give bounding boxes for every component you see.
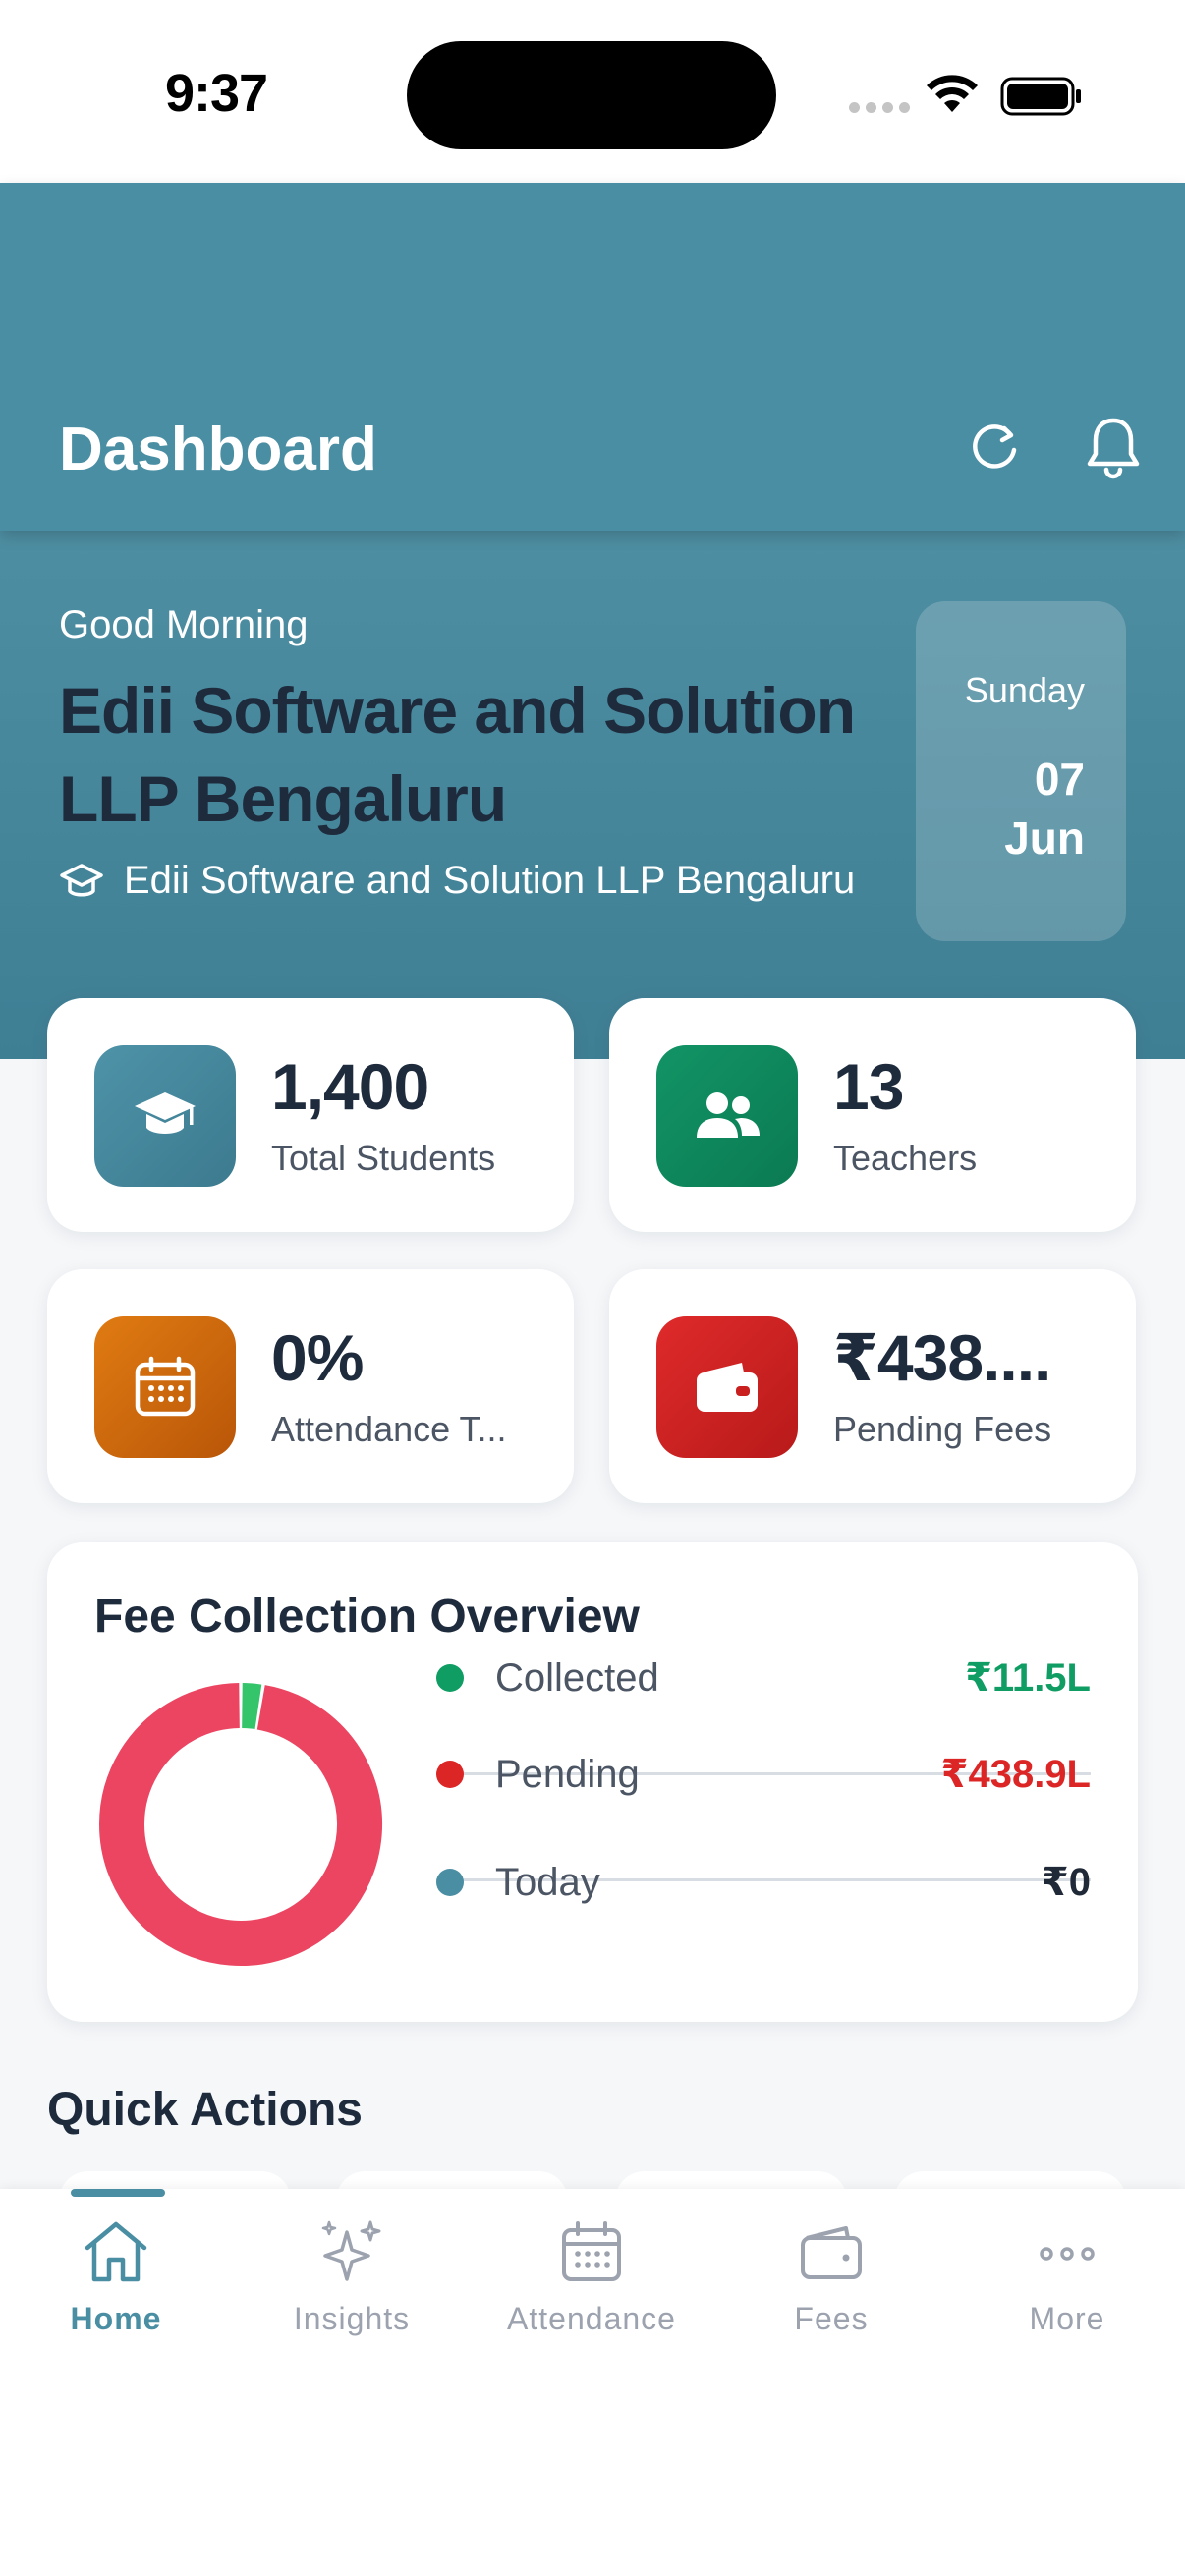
tab-label: More xyxy=(1029,2301,1105,2336)
legend-label: Today xyxy=(495,1860,600,1904)
date-card: Sunday 07 Jun xyxy=(916,601,1126,941)
stat-value: ₹438.... xyxy=(833,1321,1051,1394)
donut-segment-pending xyxy=(99,1683,382,1966)
legend-label: Pending xyxy=(495,1752,640,1796)
cellular-signal-icon xyxy=(849,102,910,113)
tab-label: Attendance xyxy=(507,2301,676,2336)
stat-value: 0% xyxy=(271,1321,364,1394)
stat-card-pending-fees[interactable]: ₹438.... Pending Fees xyxy=(609,1269,1136,1503)
tab-insights[interactable]: Insights xyxy=(244,2218,460,2366)
calendar-icon xyxy=(562,2221,621,2281)
page-title: Dashboard xyxy=(59,416,377,483)
battery-icon xyxy=(1000,77,1081,116)
status-time: 9:37 xyxy=(165,64,268,123)
tab-fees[interactable]: Fees xyxy=(723,2218,939,2366)
legend-row-today: Today ₹0 xyxy=(436,1829,1091,1935)
active-tab-indicator xyxy=(71,2189,165,2197)
legend-value: ₹438.9L xyxy=(940,1753,1091,1796)
sparkles-icon xyxy=(321,2220,381,2281)
legend-value: ₹0 xyxy=(1041,1861,1091,1904)
stat-label: Teachers xyxy=(833,1138,978,1178)
calendar-icon xyxy=(94,1316,236,1458)
wallet-icon xyxy=(656,1316,798,1458)
greeting-text: Good Morning xyxy=(59,603,309,646)
more-icon xyxy=(1040,2247,1095,2261)
home-icon xyxy=(85,2221,147,2282)
quick-actions-title: Quick Actions xyxy=(47,2084,363,2136)
date-day: Sunday xyxy=(964,670,1085,710)
fee-donut-chart xyxy=(99,1683,382,1966)
stat-label: Attendance T... xyxy=(271,1409,507,1449)
legend-row-collected: Collected ₹11.5L xyxy=(436,1625,1091,1731)
stat-value: 1,400 xyxy=(271,1050,429,1123)
notification-bell-icon[interactable] xyxy=(1081,413,1146,481)
organization-name: Edii Software and Solution LLP Bengaluru xyxy=(59,674,856,835)
graduation-cap-icon xyxy=(94,1045,236,1187)
legend-dot xyxy=(436,1664,464,1692)
tab-home[interactable]: Home xyxy=(8,2218,224,2366)
school-icon xyxy=(60,863,103,896)
stat-card-teachers[interactable]: 13 Teachers xyxy=(609,998,1136,1232)
legend-label: Collected xyxy=(495,1655,659,1700)
refresh-icon[interactable] xyxy=(965,417,1028,479)
organization-subtitle: Edii Software and Solution LLP Bengaluru xyxy=(59,859,855,903)
legend-value: ₹11.5L xyxy=(965,1656,1091,1700)
tab-label: Home xyxy=(70,2301,162,2336)
welcome-banner: Good Morning Edii Software and Solution … xyxy=(0,531,1185,1059)
bottom-navigation: Home Insights Attendance Fees More xyxy=(0,2189,1185,2576)
users-icon xyxy=(656,1045,798,1187)
stat-label: Pending Fees xyxy=(833,1409,1052,1449)
fee-collection-card: Fee Collection Overview Collected ₹11.5L… xyxy=(47,1542,1138,2022)
tab-label: Insights xyxy=(293,2301,411,2336)
stat-card-students[interactable]: 1,400 Total Students xyxy=(47,998,574,1232)
status-bar: 9:37 xyxy=(0,0,1185,183)
tab-attendance[interactable]: Attendance xyxy=(483,2218,700,2366)
legend-dot xyxy=(436,1869,464,1896)
wallet-icon xyxy=(801,2226,862,2279)
tab-label: Fees xyxy=(794,2301,869,2336)
wifi-icon xyxy=(927,75,978,112)
tab-more[interactable]: More xyxy=(959,2218,1175,2366)
stat-card-attendance[interactable]: 0% Attendance T... xyxy=(47,1269,574,1503)
legend-row-pending: Pending ₹438.9L xyxy=(436,1721,1091,1827)
organization-subtitle-text: Edii Software and Solution LLP Bengaluru xyxy=(124,859,856,902)
stat-value: 13 xyxy=(833,1050,904,1123)
date-number: 07 xyxy=(1034,754,1085,805)
legend-dot xyxy=(436,1761,464,1788)
dynamic-island xyxy=(407,41,776,149)
stat-label: Total Students xyxy=(271,1138,496,1178)
date-month: Jun xyxy=(1004,812,1085,864)
donut-segment-collected xyxy=(241,1683,262,1730)
